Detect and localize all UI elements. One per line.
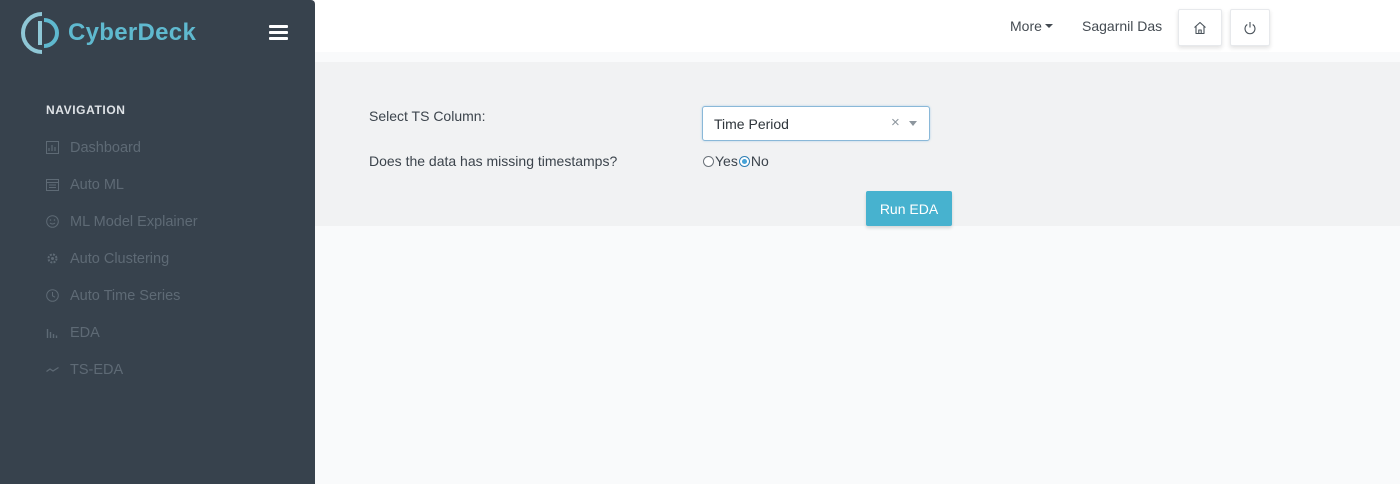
- home-icon: [1194, 21, 1206, 34]
- sidebar-item-eda[interactable]: EDA: [44, 314, 294, 351]
- hamburger-icon-bar: [269, 25, 288, 28]
- sidebar-item-dashboard[interactable]: Dashboard: [44, 129, 294, 166]
- dropdown-arrow-icon[interactable]: [909, 121, 917, 126]
- radio-yes-label[interactable]: Yes: [715, 153, 738, 169]
- logout-button[interactable]: [1230, 9, 1270, 46]
- sidebar-item-auto-time-series[interactable]: Auto Time Series: [44, 277, 294, 314]
- brand-name: CyberDeck: [68, 19, 197, 46]
- sidebar-item-label: ML Model Explainer: [70, 213, 198, 230]
- brand[interactable]: CyberDeck: [20, 10, 196, 56]
- run-eda-button[interactable]: Run EDA: [866, 191, 952, 226]
- radio-no-label[interactable]: No: [751, 153, 769, 169]
- trend-line-icon: [44, 362, 60, 378]
- caret-down-icon: [1044, 24, 1053, 29]
- top-navbar: More Sagarnil Das: [315, 0, 1400, 52]
- radio-no[interactable]: [738, 155, 750, 167]
- more-label: More: [1010, 18, 1042, 34]
- radio-yes[interactable]: [703, 155, 714, 167]
- settings-icon: [44, 251, 60, 267]
- hamburger-icon-bar: [269, 31, 288, 34]
- sidebar-item-label: Auto Clustering: [70, 250, 170, 267]
- nav-heading: NAVIGATION: [46, 103, 126, 117]
- sidebar-item-label: Auto Time Series: [70, 287, 181, 304]
- menu-toggle-button[interactable]: [269, 25, 288, 41]
- sidebar-item-label: TS-EDA: [70, 361, 124, 378]
- ts-eda-form-panel: Select TS Column: Time Period × Does the…: [315, 62, 1400, 226]
- sidebar-item-label: Auto ML: [70, 176, 124, 193]
- missing-timestamps-radio-group: Yes No: [703, 153, 770, 169]
- cyberdeck-logo-icon: [21, 12, 59, 54]
- ts-column-selected-value: Time Period: [714, 116, 789, 132]
- clear-selection-icon[interactable]: ×: [891, 114, 900, 131]
- calendar-grid-icon: [44, 177, 60, 193]
- home-button[interactable]: [1178, 9, 1222, 46]
- missing-timestamps-label: Does the data has missing timestamps?: [369, 153, 618, 169]
- sidebar-item-label: EDA: [70, 324, 100, 341]
- hamburger-icon-bar: [269, 37, 288, 40]
- ts-column-label: Select TS Column:: [369, 108, 486, 124]
- sidebar-item-ml-model-explainer[interactable]: ML Model Explainer: [44, 203, 294, 240]
- dashboard-icon: [44, 140, 60, 156]
- more-dropdown[interactable]: More: [1010, 18, 1053, 34]
- nav-list: Dashboard Auto ML ML Model Explainer Aut…: [44, 129, 294, 388]
- bar-chart-icon: [44, 325, 60, 341]
- sidebar-item-label: Dashboard: [70, 139, 141, 156]
- sidebar-item-auto-ml[interactable]: Auto ML: [44, 166, 294, 203]
- power-icon: [1244, 21, 1256, 34]
- sidebar-item-ts-eda[interactable]: TS-EDA: [44, 351, 294, 388]
- sidebar-item-auto-clustering[interactable]: Auto Clustering: [44, 240, 294, 277]
- clock-icon: [44, 288, 60, 304]
- ts-column-select[interactable]: Time Period ×: [702, 106, 930, 141]
- smile-icon: [44, 214, 60, 230]
- user-name[interactable]: Sagarnil Das: [1082, 18, 1162, 34]
- sidebar: CyberDeck NAVIGATION Dashboard Auto ML M…: [0, 0, 315, 484]
